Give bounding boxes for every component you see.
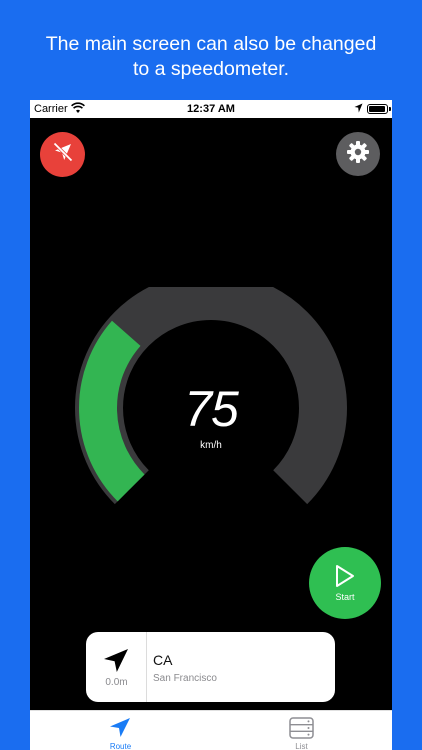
gear-icon [346,140,370,169]
navigation-off-icon [51,140,75,169]
tab-route[interactable]: Route [30,711,211,750]
clock: 12:37 AM [187,103,235,115]
battery-tip [389,107,391,111]
distance-value: 0.0m [105,677,128,688]
tab-bar: Route List [30,710,392,750]
server-list-icon [289,717,314,744]
start-button-label: Start [335,592,355,602]
start-button[interactable]: Start [309,547,381,619]
caption-line-1: The main screen can also be changed [45,33,377,55]
settings-button[interactable] [336,132,380,176]
distance-panel: 0.0m [86,632,147,702]
location-subtitle: San Francisco [153,673,217,684]
speed-unit: km/h [200,440,222,451]
promo-caption: The main screen can also be changed to a… [0,32,422,82]
location-services-icon [354,103,363,116]
phone-screen: Carrier 12:37 AM 75 km/h Start 0.0m CA S… [30,100,392,750]
navigation-arrow-icon [102,648,130,679]
tab-route-label: Route [109,742,132,750]
tab-list[interactable]: List [211,711,392,750]
caption-line-2: to a speedometer. [132,58,290,80]
battery-icon [367,104,388,114]
location-card[interactable]: 0.0m CA San Francisco [86,632,335,702]
speed-value: 75 [184,381,239,437]
mute-navigation-button[interactable] [40,132,85,177]
location-title: CA [153,652,173,668]
tab-list-label: List [295,742,308,750]
status-bar: Carrier 12:37 AM [30,100,392,118]
navigation-arrow-icon [108,717,132,744]
